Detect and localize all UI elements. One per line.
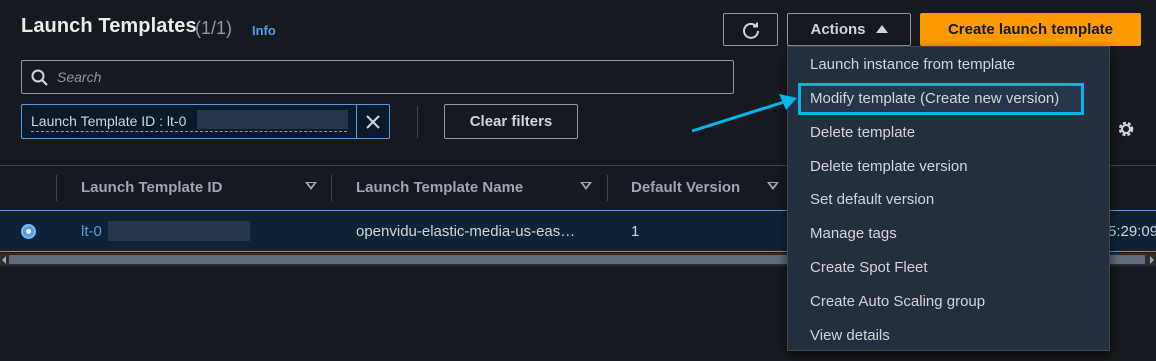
column-header-default-version[interactable]: Default Version [631, 179, 740, 196]
column-header-launch-template-name[interactable]: Launch Template Name [356, 179, 523, 196]
menu-item-create-spot-fleet[interactable]: Create Spot Fleet [810, 259, 928, 276]
launch-template-name-cell: openvidu-elastic-media-us-eas… [356, 223, 576, 240]
annotation-arrow [691, 94, 797, 133]
menu-item-modify-template[interactable]: Modify template (Create new version) [810, 90, 1059, 107]
column-separator [331, 175, 332, 201]
close-icon [366, 115, 380, 129]
refresh-icon [742, 22, 759, 39]
sort-caret-inner [583, 183, 589, 187]
default-version-cell: 1 [631, 223, 640, 240]
token-divider [356, 104, 357, 139]
settings-gear-icon[interactable] [1116, 119, 1136, 139]
redacted-block [197, 110, 348, 129]
scroll-left-icon[interactable] [2, 256, 6, 264]
toolbar-divider [417, 106, 418, 138]
filter-token-label: Launch Template ID : lt-0 [31, 113, 187, 129]
column-header-launch-template-id[interactable]: Launch Template ID [81, 179, 222, 196]
redacted-block [108, 221, 250, 241]
refresh-button[interactable] [723, 13, 778, 46]
menu-item-view-details[interactable]: View details [810, 327, 890, 344]
remove-filter-button[interactable] [361, 110, 385, 134]
launch-template-id-link[interactable]: lt-0 [81, 223, 102, 240]
menu-item-set-default-version[interactable]: Set default version [810, 191, 934, 208]
radio-dot [26, 229, 31, 234]
create-launch-template-button[interactable]: Create launch template [920, 13, 1141, 46]
actions-button[interactable]: Actions [787, 13, 911, 46]
selection-count: (1/1) [195, 18, 233, 38]
menu-item-launch-instance[interactable]: Launch instance from template [810, 56, 1015, 73]
sort-caret-inner [308, 183, 314, 187]
search-input[interactable] [55, 62, 715, 92]
menu-item-delete-template[interactable]: Delete template [810, 124, 915, 141]
clear-filters-button[interactable]: Clear filters [444, 104, 578, 139]
column-separator [607, 175, 608, 201]
info-link[interactable]: Info [252, 23, 276, 38]
search-icon [31, 69, 48, 86]
menu-item-manage-tags[interactable]: Manage tags [810, 225, 897, 242]
menu-item-delete-template-version[interactable]: Delete template version [810, 158, 968, 175]
actions-label: Actions [810, 21, 866, 38]
menu-item-create-auto-scaling-group[interactable]: Create Auto Scaling group [810, 293, 985, 310]
time-cell: 5:29:09 [1108, 223, 1156, 240]
column-separator [56, 175, 57, 201]
sort-caret-inner [770, 183, 776, 187]
page-title: Launch Templates [21, 15, 197, 37]
caret-up-icon [875, 25, 888, 33]
filter-token-underline [31, 131, 347, 132]
scroll-right-icon[interactable] [1150, 256, 1154, 264]
